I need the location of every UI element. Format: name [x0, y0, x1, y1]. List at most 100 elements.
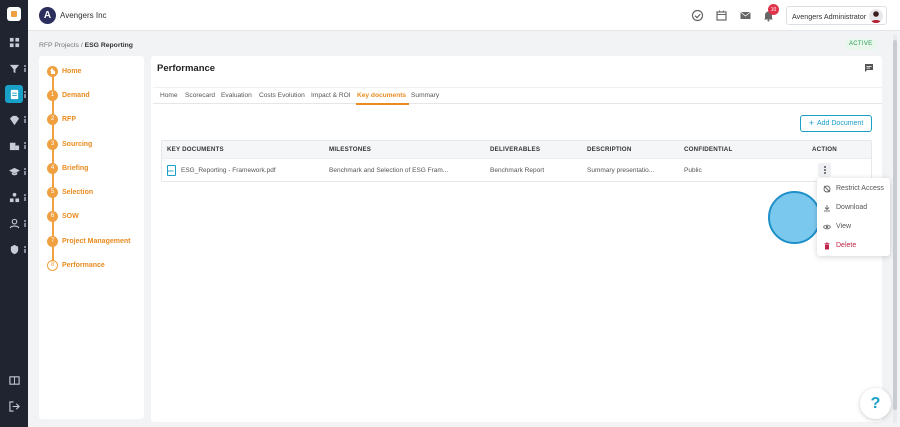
rail-expand-icon[interactable] [24, 116, 26, 123]
table-header: KEY DOCUMENTS MILESTONES DELIVERABLES DE… [162, 141, 871, 158]
deliverable-cell: Benchmark Report [490, 167, 545, 174]
tab-key-documents[interactable]: Key documents [357, 92, 406, 99]
status-badge: ACTIVE [845, 39, 877, 50]
step-label: Project Management [62, 237, 131, 245]
rail-expand-icon[interactable] [24, 142, 26, 149]
check-circle-icon[interactable] [691, 9, 704, 22]
org-name[interactable]: Avengers Inc [60, 11, 107, 20]
step-number: 8 [47, 259, 58, 271]
document-file-icon [167, 165, 176, 176]
step-number: 1 [47, 89, 58, 101]
user-menu[interactable]: Avengers Administrator [786, 6, 887, 25]
column-header: DESCRIPTION [587, 146, 632, 153]
documents-table: KEY DOCUMENTS MILESTONES DELIVERABLES DE… [161, 140, 872, 182]
left-rail [0, 0, 28, 427]
step-label: Selection [62, 188, 94, 196]
tab-costs-evolution[interactable]: Costs Evolution [259, 92, 305, 99]
diamond-icon[interactable] [5, 111, 23, 129]
table-row: ESG_Reporting - Framework.pdf Benchmark … [162, 158, 871, 182]
tab-impact-roi[interactable]: Impact & ROI [311, 92, 351, 99]
tab-bar: Home Scorecard Evaluation Costs Evolutio… [153, 87, 882, 105]
trash-icon [824, 242, 830, 249]
logout-icon[interactable] [5, 397, 23, 415]
click-indicator [768, 191, 821, 244]
rail-expand-icon[interactable] [24, 220, 26, 227]
main-panel: Performance Home Scorecard Evaluation Co… [151, 56, 882, 422]
book-icon[interactable] [5, 371, 23, 389]
breadcrumb-parent[interactable]: RFP Projects [39, 42, 79, 49]
graduation-cap-icon[interactable] [5, 162, 23, 180]
column-header: CONFIDENTIAL [684, 146, 733, 153]
step-number: 3 [47, 138, 58, 150]
step-sourcing[interactable]: 3 Sourcing [47, 138, 92, 150]
confidential-cell: Public [684, 167, 702, 174]
tab-scorecard[interactable]: Scorecard [185, 92, 215, 99]
app-logo[interactable] [7, 7, 21, 21]
document-link[interactable]: ESG_Reporting - Framework.pdf [181, 167, 321, 174]
milestone-cell: Benchmark and Selection of ESG Fram... [329, 167, 449, 174]
step-label: Briefing [62, 164, 89, 172]
step-project-management[interactable]: 7 Project Management [47, 235, 130, 247]
breadcrumb-current: ESG Reporting [84, 42, 133, 49]
step-number: 6 [47, 210, 58, 222]
projects-icon[interactable] [5, 85, 23, 103]
step-performance[interactable]: 8 Performance [47, 259, 105, 271]
mail-icon[interactable] [739, 9, 752, 22]
page-title: Performance [157, 63, 216, 74]
rail-expand-icon[interactable] [24, 168, 26, 175]
breadcrumb-separator: / [80, 42, 83, 49]
rail-expand-icon[interactable] [24, 91, 26, 98]
column-header: DELIVERABLES [490, 146, 541, 153]
step-sow[interactable]: 6 SOW [47, 210, 79, 222]
plus-icon: + [808, 118, 814, 128]
step-label: Demand [62, 91, 90, 99]
help-button[interactable]: ? [860, 388, 891, 419]
tab-home[interactable]: Home [160, 92, 178, 99]
breadcrumb: RFP Projects / ESG Reporting [39, 42, 133, 49]
step-number: 7 [47, 235, 58, 247]
security-icon[interactable] [5, 240, 23, 258]
step-home[interactable]: Home [47, 65, 81, 77]
active-tab-indicator [356, 103, 409, 105]
add-document-button[interactable]: + Add Document [800, 115, 872, 132]
row-action-menu: Restrict Access Download View Delete [817, 178, 890, 256]
menu-item-label: Delete [836, 242, 857, 249]
step-briefing[interactable]: 4 Briefing [47, 162, 88, 174]
step-number: 4 [47, 162, 58, 174]
column-header: ACTION [812, 146, 837, 153]
row-actions-button[interactable] [818, 163, 831, 177]
notification-badge: 10 [768, 4, 779, 15]
chat-icon[interactable] [864, 63, 874, 73]
dashboard-icon[interactable] [5, 33, 23, 51]
step-number: 5 [47, 186, 58, 198]
org-logo[interactable]: A [39, 7, 56, 24]
user-icon[interactable] [5, 214, 23, 232]
menu-item-restrict-access[interactable]: Restrict Access [817, 180, 890, 197]
rail-expand-icon[interactable] [24, 65, 26, 72]
column-header: KEY DOCUMENTS [167, 146, 224, 153]
tab-summary[interactable]: Summary [411, 92, 439, 99]
step-rfp[interactable]: 2 RFP [47, 113, 76, 125]
shapes-icon[interactable] [5, 188, 23, 206]
calendar-icon[interactable] [715, 9, 728, 22]
restrict-access-icon [823, 185, 831, 192]
menu-item-download[interactable]: Download [817, 199, 890, 216]
page-scrollbar[interactable] [893, 34, 897, 423]
rail-expand-icon[interactable] [24, 246, 26, 253]
tab-evaluation[interactable]: Evaluation [221, 92, 252, 99]
menu-item-delete[interactable]: Delete [817, 237, 890, 254]
home-icon [47, 65, 58, 77]
step-demand[interactable]: 1 Demand [47, 89, 90, 101]
menu-item-label: Download [836, 204, 868, 211]
filter-icon[interactable] [5, 59, 23, 77]
menu-item-label: View [836, 223, 852, 230]
step-label: Home [62, 67, 82, 75]
menu-item-view[interactable]: View [817, 218, 890, 235]
step-selection[interactable]: 5 Selection [47, 186, 93, 198]
step-number: 2 [47, 113, 58, 125]
project-stepper: Home 1 Demand 2 RFP 3 Sourcing 4 Briefin… [39, 56, 144, 419]
avatar [869, 9, 883, 23]
eye-icon [823, 224, 831, 229]
building-icon[interactable] [5, 136, 23, 154]
rail-expand-icon[interactable] [24, 194, 26, 201]
